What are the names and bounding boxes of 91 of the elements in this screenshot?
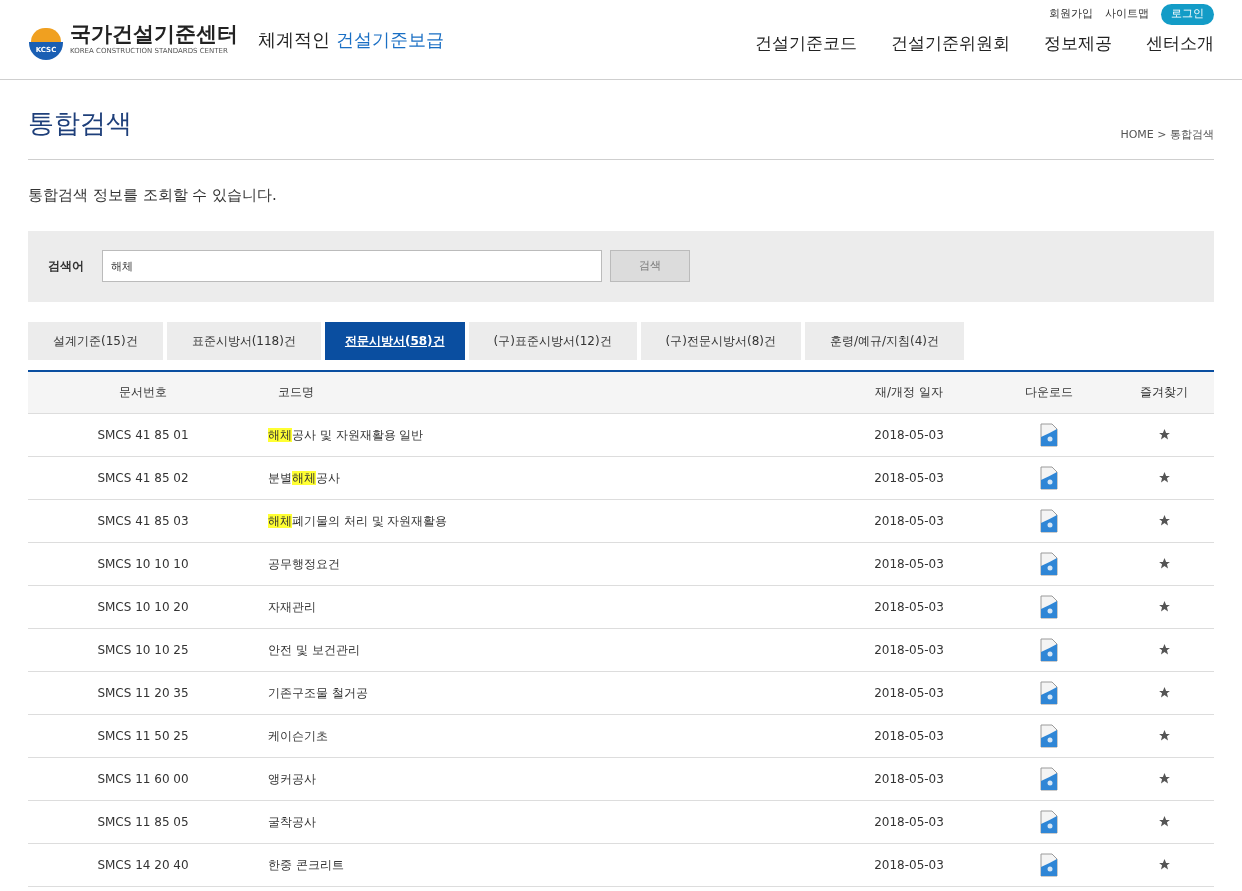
download-button[interactable] <box>1040 637 1058 662</box>
table-cell: SMCS 41 85 03 <box>97 513 189 528</box>
table-cell: 2018-05-03 <box>874 470 944 485</box>
document-icon <box>1040 852 1058 877</box>
table-cell: 2018-05-03 <box>874 685 944 700</box>
tab[interactable]: 훈령/예규/지침(4)건 <box>804 321 965 360</box>
star-icon[interactable] <box>1157 772 1171 785</box>
search-label: 검색어 <box>48 258 84 275</box>
star-icon[interactable] <box>1157 428 1171 441</box>
document-icon <box>1040 723 1058 748</box>
download-button[interactable] <box>1040 465 1058 490</box>
table-cell: 2018-05-03 <box>874 599 944 614</box>
table-cell: 2018-05-03 <box>874 814 944 829</box>
table-cell: SMCS 41 85 01 <box>97 427 189 442</box>
logo-title: 국가건설기준센터 <box>70 22 238 47</box>
download-button[interactable] <box>1040 594 1058 619</box>
download-button[interactable] <box>1040 508 1058 533</box>
download-button[interactable] <box>1040 852 1058 877</box>
code-name-link[interactable]: 앵커공사 <box>268 771 316 786</box>
star-icon[interactable] <box>1157 557 1171 570</box>
star-icon[interactable] <box>1157 815 1171 828</box>
column-header: 다운로드 <box>1025 385 1073 399</box>
code-name-link[interactable]: 자재관리 <box>268 599 316 614</box>
download-button[interactable] <box>1040 551 1058 576</box>
column-header: 재/개정 일자 <box>875 385 943 399</box>
table-cell: SMCS 11 85 05 <box>97 814 189 829</box>
slogan: 체계적인 <box>258 28 330 52</box>
nav-link[interactable]: 센터소개 <box>1146 30 1214 56</box>
star-icon[interactable] <box>1157 471 1171 484</box>
star-icon[interactable] <box>1157 858 1171 871</box>
document-icon <box>1040 680 1058 705</box>
column-header: 즐겨찾기 <box>1140 385 1188 399</box>
search-field[interactable]: 해체 <box>102 250 602 282</box>
star-icon[interactable] <box>1157 686 1171 699</box>
code-name-link[interactable]: 분별해체공사 <box>268 470 340 485</box>
table-cell: 2018-05-03 <box>874 728 944 743</box>
table-cell: SMCS 10 10 20 <box>97 599 189 614</box>
download-button[interactable] <box>1040 680 1058 705</box>
table-cell: SMCS 11 50 25 <box>97 728 189 743</box>
nav-link[interactable]: 정보제공 <box>1044 30 1112 56</box>
table-cell: 2018-05-03 <box>874 513 944 528</box>
table-cell: SMCS 41 85 02 <box>97 470 189 485</box>
nav-link[interactable]: 건설기준위원회 <box>891 30 1010 56</box>
table-cell: 2018-05-03 <box>874 857 944 872</box>
table-cell: 2018-05-03 <box>874 427 944 442</box>
star-icon[interactable] <box>1157 600 1171 613</box>
code-name-link[interactable]: 해체폐기물의 처리 및 자원재활용 <box>268 513 448 528</box>
table-cell: SMCS 10 10 25 <box>97 642 189 657</box>
tab[interactable]: (구)표준시방서(12)건 <box>468 321 637 360</box>
code-name-link[interactable]: 기존구조물 철거공 <box>268 685 368 700</box>
star-icon[interactable] <box>1157 729 1171 742</box>
table-cell: SMCS 11 20 35 <box>97 685 189 700</box>
code-name-link[interactable]: 안전 및 보건관리 <box>268 642 360 657</box>
table-cell: 2018-05-03 <box>874 771 944 786</box>
code-name-link[interactable]: 해체공사 및 자원재활용 일반 <box>268 427 424 442</box>
document-icon <box>1040 422 1058 447</box>
page-description: 통합검색 정보를 조회할 수 있습니다. <box>28 185 278 206</box>
code-name-link[interactable]: 케이슨기초 <box>268 728 328 743</box>
breadcrumb: HOME > 통합검색 <box>1120 126 1214 143</box>
table-cell: SMCS 14 20 40 <box>97 857 189 872</box>
code-name-link[interactable]: 공무행정요건 <box>268 556 340 571</box>
star-icon[interactable] <box>1157 514 1171 527</box>
document-icon <box>1040 508 1058 533</box>
star-icon[interactable] <box>1157 643 1171 656</box>
document-icon <box>1040 465 1058 490</box>
tab[interactable]: 설계기준(15)건 <box>28 321 163 360</box>
nav-link[interactable]: 건설기준코드 <box>755 30 857 56</box>
table-cell: 2018-05-03 <box>874 556 944 571</box>
tab[interactable]: 표준시방서(118)건 <box>166 321 321 360</box>
document-icon <box>1040 594 1058 619</box>
utility-link[interactable]: 회원가입 <box>1049 6 1093 23</box>
page-title: 통합검색 <box>28 107 132 140</box>
document-icon <box>1040 551 1058 576</box>
table-cell: SMCS 10 10 10 <box>97 556 189 571</box>
table-cell: SMCS 11 60 00 <box>97 771 189 786</box>
document-icon <box>1040 637 1058 662</box>
table-cell: 2018-05-03 <box>874 642 944 657</box>
tab[interactable]: (구)전문시방서(8)건 <box>640 321 801 360</box>
column-header: 문서번호 <box>119 385 167 399</box>
document-icon <box>1040 766 1058 791</box>
code-name-link[interactable]: 굴착공사 <box>268 814 316 829</box>
column-header: 코드명 <box>278 385 314 399</box>
download-button[interactable] <box>1040 809 1058 834</box>
slogan-accent: 건설기준보급 <box>336 28 444 52</box>
document-icon <box>1040 809 1058 834</box>
code-name-link[interactable]: 한중 콘크리트 <box>268 857 344 872</box>
download-button[interactable] <box>1040 766 1058 791</box>
download-button[interactable] <box>1040 422 1058 447</box>
download-button[interactable] <box>1040 723 1058 748</box>
tab[interactable]: 전문시방서(58)건 <box>324 321 465 360</box>
utility-link[interactable]: 사이트맵 <box>1105 6 1149 23</box>
